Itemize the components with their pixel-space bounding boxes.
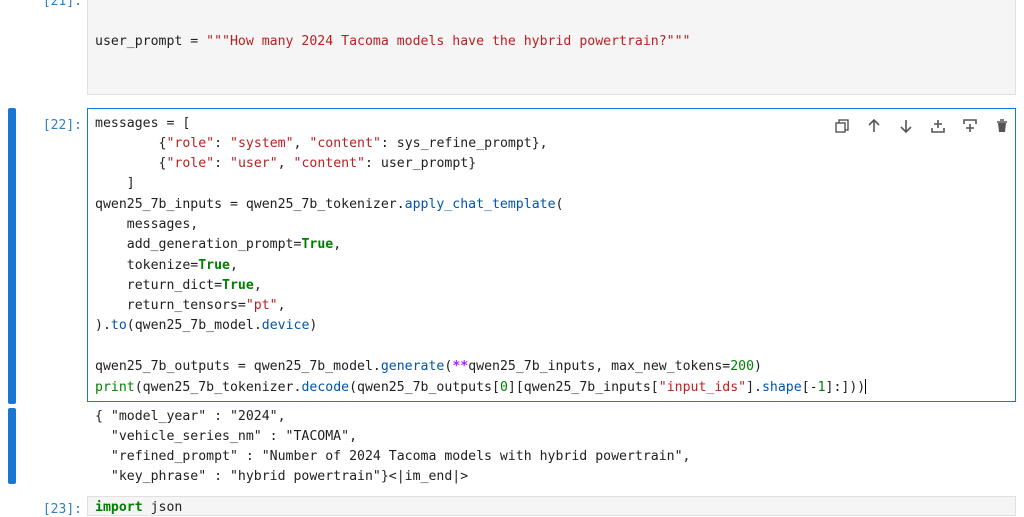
cell-23-code-line: import json <box>95 500 183 515</box>
code-line: print(qwen25_7b_tokenizer.decode(qwen25_… <box>95 379 867 395</box>
code-line: return_dict=True, <box>95 278 262 293</box>
cell-22-editor[interactable] <box>87 108 1016 402</box>
code-line: {"role": "system", "content": sys_refine… <box>95 136 548 151</box>
output-line: "vehicle_series_nm" : "TACOMA", <box>95 429 358 444</box>
cell-22-prompt: [22]: <box>42 118 82 133</box>
code-line: ).to(qwen25_7b_model.device) <box>95 318 318 333</box>
output-line: { "model_year" : "2024", <box>95 409 286 424</box>
insert-below-icon <box>963 119 977 132</box>
code-line: ] <box>95 176 135 191</box>
insert-above-button[interactable] <box>922 116 954 136</box>
delete-button[interactable] <box>986 116 1018 136</box>
cell-21-prompt: [21]: <box>42 0 82 9</box>
code-line: messages = [ <box>95 116 191 131</box>
code-line: qwen25_7b_inputs = qwen25_7b_tokenizer.a… <box>95 197 564 212</box>
output-line: "key_phrase" : "hybrid powertrain"}<|im_… <box>95 469 469 484</box>
move-up-icon <box>868 118 880 132</box>
move-up-button[interactable] <box>858 116 890 136</box>
cell-21-string: """How many 2024 Tacoma models have the … <box>206 34 691 49</box>
cell-22-active-indicator <box>8 108 16 404</box>
delete-icon <box>997 119 1007 132</box>
cell-toolbar <box>826 116 1018 136</box>
text-cursor <box>865 379 867 394</box>
duplicate-icon <box>835 119 849 133</box>
cell-22-output-indicator <box>8 408 16 484</box>
code-line: add_generation_prompt=True, <box>95 237 342 252</box>
code-line: return_tensors="pt", <box>95 298 286 313</box>
code-line: messages, <box>95 217 199 232</box>
cell-21-code-line: user_prompt = """How many 2024 Tacoma mo… <box>95 34 691 49</box>
cell-23-editor[interactable] <box>87 496 1016 516</box>
code-line: tokenize=True, <box>95 258 238 273</box>
code-line: {"role": "user", "content": user_prompt} <box>95 156 477 171</box>
duplicate-button[interactable] <box>826 116 858 136</box>
output-line: "refined_prompt" : "Number of 2024 Tacom… <box>95 449 691 464</box>
move-down-icon <box>900 120 912 134</box>
code-line: qwen25_7b_outputs = qwen25_7b_model.gene… <box>95 359 762 374</box>
insert-below-button[interactable] <box>954 116 986 136</box>
insert-above-icon <box>931 120 945 133</box>
move-down-button[interactable] <box>890 116 922 136</box>
